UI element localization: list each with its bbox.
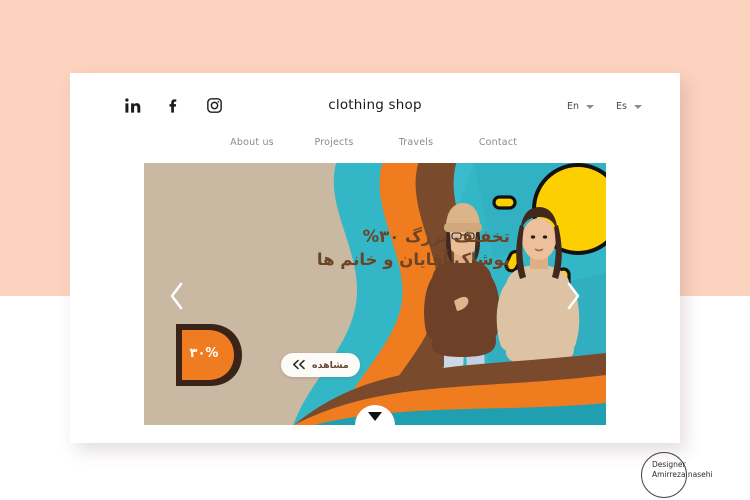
nav-item-travels[interactable]: Travels xyxy=(375,137,457,148)
nav-item-about-us[interactable]: About us xyxy=(211,137,293,148)
hero-cta-button[interactable]: مشاهده xyxy=(281,353,360,377)
chevron-down-icon xyxy=(634,104,642,109)
language-selectors: En Es xyxy=(567,101,642,112)
main-navigation: About us Projects Travels Contact xyxy=(70,137,680,148)
carousel-prev-button[interactable] xyxy=(164,279,190,313)
hero-headline-line-2: پوشاک آقایان و خانم ها xyxy=(316,250,510,270)
hero-headline-line-1: تخفیف بزرگ ۳۰% xyxy=(362,227,510,246)
language-label-es: Es xyxy=(616,101,627,112)
site-header: clothing shop En Es xyxy=(70,73,680,135)
carousel-next-button[interactable] xyxy=(560,279,586,313)
discount-badge: ۳۰% xyxy=(172,320,246,390)
screenshot-root: clothing shop En Es About us Projects Tr… xyxy=(0,0,750,500)
triangle-down-icon xyxy=(368,412,382,421)
nav-item-projects[interactable]: Projects xyxy=(293,137,375,148)
language-selector-en[interactable]: En xyxy=(567,101,595,112)
double-chevron-left-icon xyxy=(292,359,306,372)
hero-cta-label: مشاهده xyxy=(312,359,349,371)
chevron-down-icon xyxy=(586,104,595,109)
designer-credit-text: Designer Amirreza nasehi xyxy=(652,460,748,480)
hero-headline: تخفیف بزرگ ۳۰% پوشاک آقایان و خانم ها xyxy=(270,225,510,272)
nav-item-contact[interactable]: Contact xyxy=(457,137,539,148)
chevron-right-icon xyxy=(567,282,580,310)
designer-credit-line-1: Designer xyxy=(652,460,686,469)
discount-badge-percent: ۳۰% xyxy=(189,346,219,361)
language-label-en: En xyxy=(567,101,580,112)
website-mockup-card: clothing shop En Es About us Projects Tr… xyxy=(70,73,680,443)
language-selector-es[interactable]: Es xyxy=(616,101,642,112)
designer-credit-line-2: Amirreza nasehi xyxy=(652,470,713,480)
chevron-left-icon xyxy=(170,282,183,310)
hero-banner: تخفیف بزرگ ۳۰% پوشاک آقایان و خانم ها ۳۰… xyxy=(144,163,606,425)
